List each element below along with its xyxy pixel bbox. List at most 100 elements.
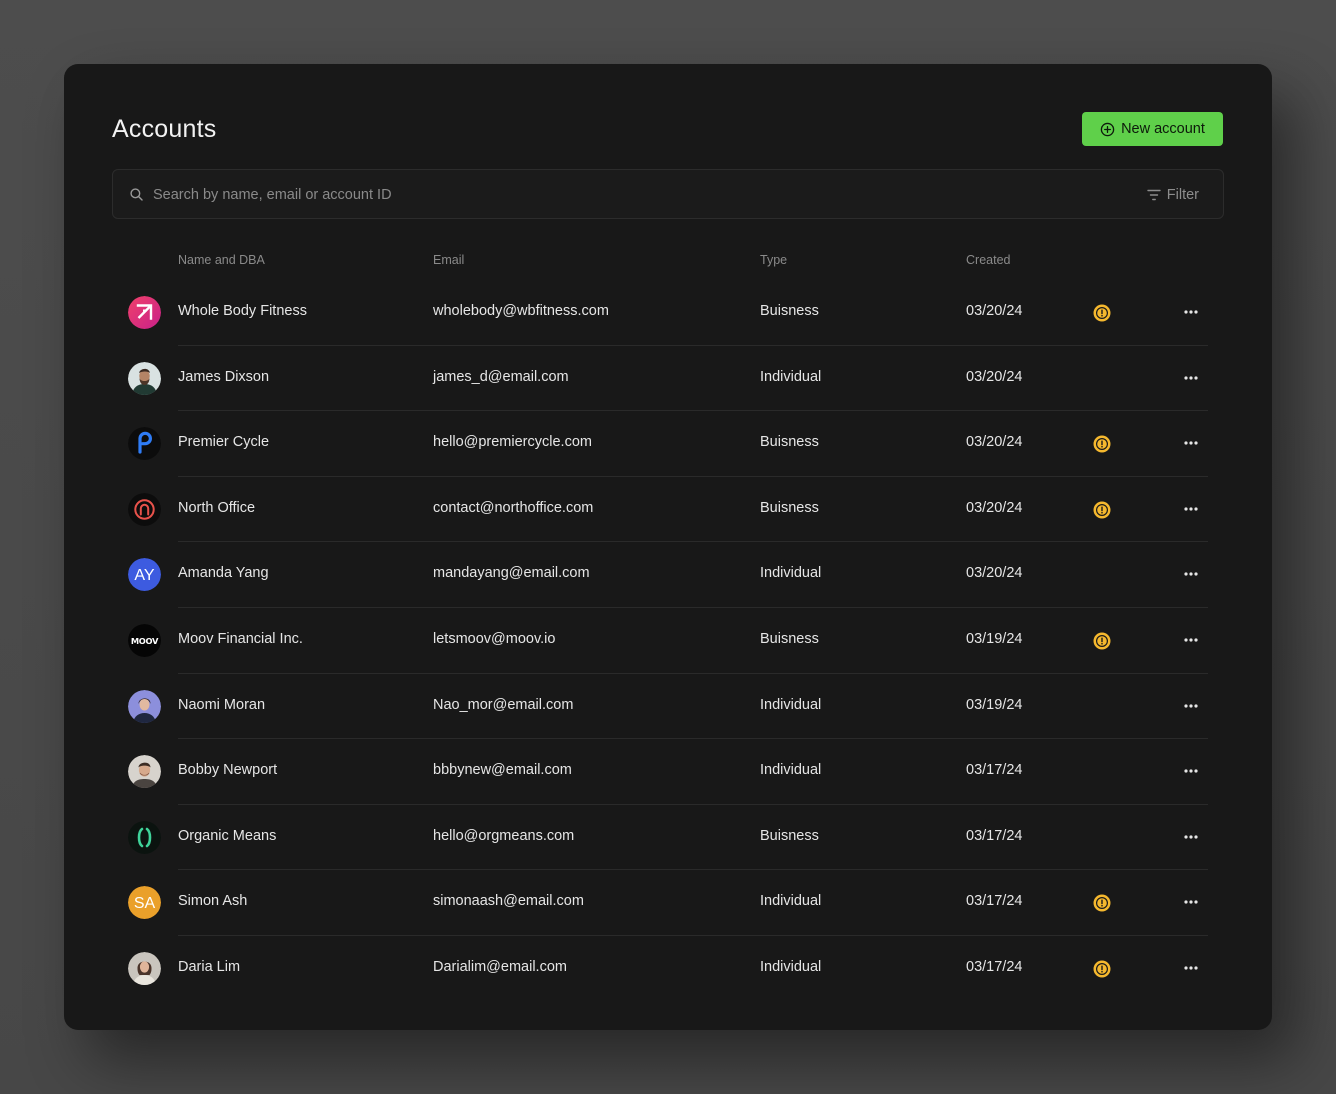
search-input[interactable]	[153, 182, 1113, 208]
avatar: AY	[128, 558, 161, 592]
warning-icon[interactable]	[1093, 304, 1111, 322]
account-created-date: 03/17/24	[966, 762, 1023, 779]
column-header-created[interactable]: Created	[966, 253, 1010, 267]
warning-icon[interactable]	[1093, 632, 1111, 650]
account-created-date: 03/19/24	[966, 696, 1023, 713]
more-horizontal-icon[interactable]	[1178, 368, 1204, 388]
account-type: Buisness	[760, 303, 819, 319]
account-email: james_d@email.com	[433, 368, 569, 385]
warning-icon[interactable]	[1093, 501, 1111, 519]
more-horizontal-icon[interactable]	[1178, 433, 1204, 453]
table-row[interactable]: SA Simon Ash simonaash@email.com Individ…	[64, 870, 1272, 936]
naomi-moran-avatar	[128, 689, 161, 723]
filter-button[interactable]: Filter	[1147, 184, 1199, 206]
svg-text:SA: SA	[134, 895, 156, 912]
page-title: Accounts	[112, 115, 217, 143]
account-created-date: 03/19/24	[966, 630, 1023, 647]
bobby-newport-avatar	[128, 755, 161, 789]
account-created-date: 03/20/24	[966, 565, 1023, 582]
warning-icon[interactable]	[1093, 435, 1111, 453]
accounts-table-body: Whole Body Fitness wholebody@wbfitness.c…	[64, 280, 1272, 1002]
account-type: Individual	[760, 368, 822, 385]
account-name: Bobby Newport	[178, 762, 278, 779]
account-email: Darialim@email.com	[433, 958, 567, 975]
more-horizontal-icon[interactable]	[1178, 761, 1204, 781]
account-type: Individual	[760, 762, 822, 779]
search-icon	[130, 188, 143, 201]
table-row[interactable]: AY Amanda Yang mandayang@email.com Indiv…	[64, 542, 1272, 608]
account-type: Individual	[760, 696, 822, 713]
warning-icon[interactable]	[1093, 960, 1111, 978]
table-row[interactable]: Naomi Moran Nao_mor@email.com Individual…	[64, 674, 1272, 740]
account-email: hello@orgmeans.com	[433, 827, 575, 844]
account-email: wholebody@wbfitness.com	[433, 303, 609, 319]
column-header-email[interactable]: Email	[433, 253, 464, 267]
whole-body-fitness-logo	[128, 296, 161, 329]
warning-icon[interactable]	[1093, 894, 1111, 912]
more-horizontal-icon[interactable]	[1178, 302, 1204, 322]
column-header-type[interactable]: Type	[760, 253, 787, 267]
account-created-date: 03/20/24	[966, 434, 1023, 451]
account-name: Naomi Moran	[178, 696, 266, 713]
account-created-date: 03/20/24	[966, 303, 1023, 319]
table-row[interactable]: MOOV Moov Financial Inc. letsmoov@moov.i…	[64, 608, 1272, 674]
more-horizontal-icon[interactable]	[1178, 892, 1204, 912]
more-horizontal-icon[interactable]	[1178, 499, 1204, 519]
svg-text:AY: AY	[134, 567, 154, 584]
account-type: Individual	[760, 565, 822, 582]
table-row[interactable]: James Dixson james_d@email.com Individua…	[64, 346, 1272, 412]
account-type: Individual	[760, 893, 822, 910]
account-email: mandayang@email.com	[433, 565, 590, 582]
more-horizontal-icon[interactable]	[1178, 696, 1204, 716]
account-name: Amanda Yang	[178, 565, 269, 582]
table-row[interactable]: North Office contact@northoffice.com Bui…	[64, 477, 1272, 543]
more-horizontal-icon[interactable]	[1178, 564, 1204, 584]
table-row[interactable]: Bobby Newport bbbynew@email.com Individu…	[64, 739, 1272, 805]
account-email: Nao_mor@email.com	[433, 696, 574, 713]
account-created-date: 03/20/24	[966, 499, 1023, 516]
account-email: bbbynew@email.com	[433, 762, 572, 779]
filter-label: Filter	[1166, 187, 1199, 203]
account-type: Buisness	[760, 499, 819, 516]
account-type: Individual	[760, 958, 822, 975]
more-horizontal-icon[interactable]	[1178, 958, 1204, 978]
table-row[interactable]: Premier Cycle hello@premiercycle.com Bui…	[64, 411, 1272, 477]
account-name: North Office	[178, 499, 256, 516]
filter-icon	[1147, 189, 1161, 201]
table-row[interactable]: Daria Lim Darialim@email.com Individual …	[64, 936, 1272, 1002]
account-created-date: 03/17/24	[966, 827, 1023, 844]
table-row[interactable]: Whole Body Fitness wholebody@wbfitness.c…	[64, 280, 1272, 346]
account-created-date: 03/17/24	[966, 958, 1023, 975]
account-email: contact@northoffice.com	[433, 499, 594, 516]
account-name: Simon Ash	[178, 893, 248, 910]
account-created-date: 03/17/24	[966, 893, 1023, 910]
table-row[interactable]: Organic Means hello@orgmeans.com Buisnes…	[64, 805, 1272, 871]
account-name: James Dixson	[178, 368, 270, 385]
avatar: SA	[128, 886, 161, 920]
svg-text:MOOV: MOOV	[131, 636, 159, 646]
accounts-panel: Accounts New account Filter Name and DBA…	[64, 64, 1272, 1030]
account-email: hello@premiercycle.com	[433, 434, 592, 451]
james-dixson-avatar	[128, 361, 161, 395]
moov-logo: MOOV	[128, 623, 161, 657]
daria-lim-avatar	[128, 951, 161, 985]
account-name: Daria Lim	[178, 958, 241, 975]
account-name: Premier Cycle	[178, 434, 270, 451]
search-bar: Filter	[112, 169, 1224, 219]
more-horizontal-icon[interactable]	[1178, 630, 1204, 650]
north-office-logo	[128, 492, 161, 526]
account-email: letsmoov@moov.io	[433, 630, 556, 647]
account-name: Moov Financial Inc.	[178, 630, 303, 647]
new-account-button[interactable]: New account	[1082, 112, 1223, 146]
premier-cycle-logo	[128, 427, 161, 461]
account-type: Buisness	[760, 630, 819, 647]
account-type: Buisness	[760, 434, 819, 451]
account-created-date: 03/20/24	[966, 368, 1023, 385]
organic-means-logo	[128, 820, 161, 854]
account-type: Buisness	[760, 827, 819, 844]
plus-circle-icon	[1100, 122, 1115, 136]
more-horizontal-icon[interactable]	[1178, 827, 1204, 847]
account-email: simonaash@email.com	[433, 893, 584, 910]
column-header-name[interactable]: Name and DBA	[178, 253, 265, 267]
account-name: Organic Means	[178, 827, 277, 844]
